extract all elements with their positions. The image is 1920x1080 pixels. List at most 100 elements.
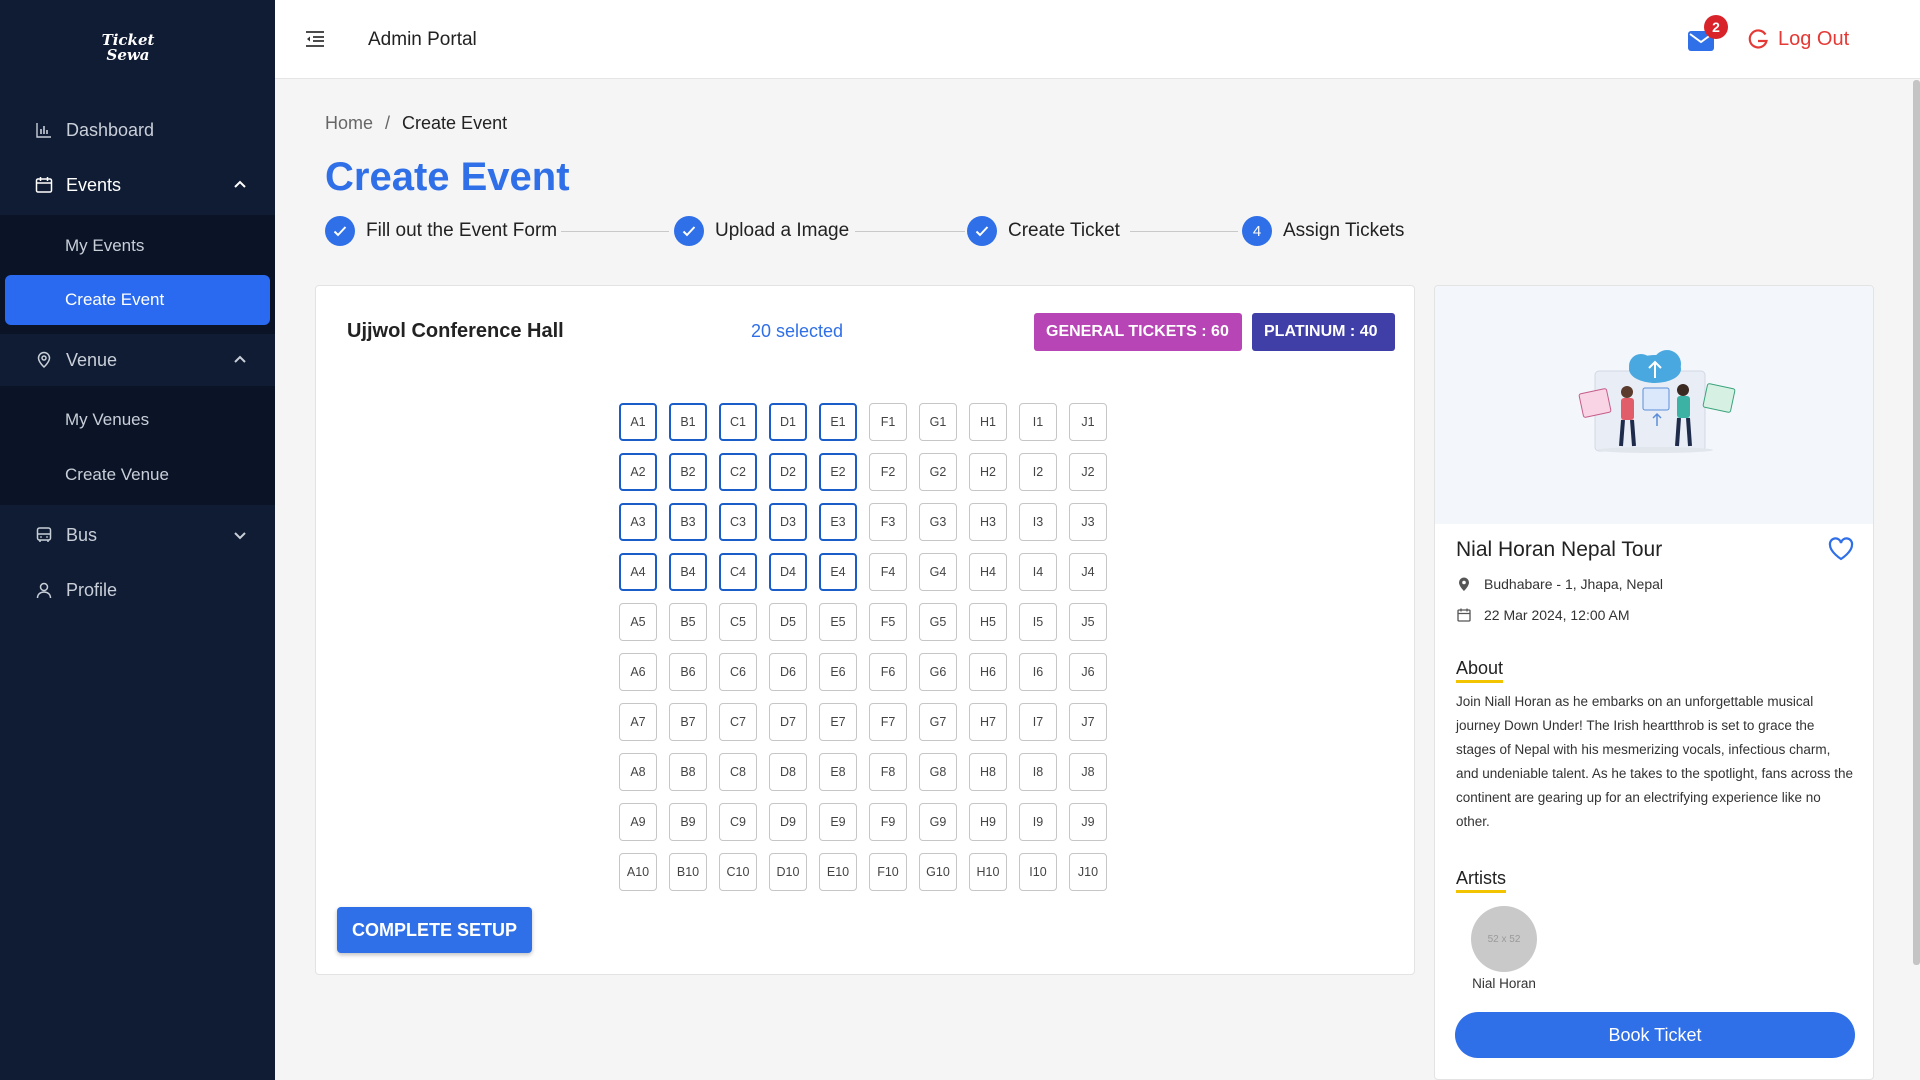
sidebar-item-profile[interactable]: Profile [0,564,275,616]
general-tickets-chip[interactable]: GENERAL TICKETS : 60 [1034,313,1242,351]
seat-e2[interactable]: E2 [819,453,857,491]
seat-b2[interactable]: B2 [669,453,707,491]
seat-g3[interactable]: G3 [919,503,957,541]
seat-b5[interactable]: B5 [669,603,707,641]
seat-j9[interactable]: J9 [1069,803,1107,841]
logout-button[interactable]: Log Out [1747,26,1849,52]
seat-a6[interactable]: A6 [619,653,657,691]
seat-f2[interactable]: F2 [869,453,907,491]
seat-d9[interactable]: D9 [769,803,807,841]
seat-g5[interactable]: G5 [919,603,957,641]
seat-b3[interactable]: B3 [669,503,707,541]
seat-a5[interactable]: A5 [619,603,657,641]
menu-toggle-icon[interactable] [305,29,327,49]
seat-a1[interactable]: A1 [619,403,657,441]
seat-f3[interactable]: F3 [869,503,907,541]
seat-e5[interactable]: E5 [819,603,857,641]
seat-b7[interactable]: B7 [669,703,707,741]
sidebar-item-events[interactable]: Events [0,159,275,211]
seat-h3[interactable]: H3 [969,503,1007,541]
seat-h9[interactable]: H9 [969,803,1007,841]
seat-j7[interactable]: J7 [1069,703,1107,741]
seat-h8[interactable]: H8 [969,753,1007,791]
seat-e3[interactable]: E3 [819,503,857,541]
seat-f1[interactable]: F1 [869,403,907,441]
seat-h4[interactable]: H4 [969,553,1007,591]
seat-c7[interactable]: C7 [719,703,757,741]
seat-h1[interactable]: H1 [969,403,1007,441]
sidebar-item-create-event[interactable]: Create Event [5,275,270,325]
seat-j6[interactable]: J6 [1069,653,1107,691]
seat-b8[interactable]: B8 [669,753,707,791]
seat-f4[interactable]: F4 [869,553,907,591]
seat-d3[interactable]: D3 [769,503,807,541]
breadcrumb-home[interactable]: Home [325,113,373,134]
page-scrollbar[interactable] [1913,80,1920,965]
seat-g4[interactable]: G4 [919,553,957,591]
seat-d5[interactable]: D5 [769,603,807,641]
seat-i3[interactable]: I3 [1019,503,1057,541]
seat-c2[interactable]: C2 [719,453,757,491]
seat-g9[interactable]: G9 [919,803,957,841]
seat-j1[interactable]: J1 [1069,403,1107,441]
seat-i5[interactable]: I5 [1019,603,1057,641]
seat-e4[interactable]: E4 [819,553,857,591]
complete-setup-button[interactable]: COMPLETE SETUP [337,907,532,953]
seat-d7[interactable]: D7 [769,703,807,741]
seat-i1[interactable]: I1 [1019,403,1057,441]
seat-j8[interactable]: J8 [1069,753,1107,791]
sidebar-item-venue[interactable]: Venue [0,334,275,386]
seat-a4[interactable]: A4 [619,553,657,591]
seat-a10[interactable]: A10 [619,853,657,891]
seat-i7[interactable]: I7 [1019,703,1057,741]
seat-j5[interactable]: J5 [1069,603,1107,641]
seat-f7[interactable]: F7 [869,703,907,741]
seat-g1[interactable]: G1 [919,403,957,441]
seat-g6[interactable]: G6 [919,653,957,691]
seat-f10[interactable]: F10 [869,853,907,891]
seat-f5[interactable]: F5 [869,603,907,641]
seat-c3[interactable]: C3 [719,503,757,541]
seat-d6[interactable]: D6 [769,653,807,691]
seat-f8[interactable]: F8 [869,753,907,791]
sidebar-item-my-events[interactable]: My Events [5,221,270,271]
seat-g10[interactable]: G10 [919,853,957,891]
seat-e6[interactable]: E6 [819,653,857,691]
seat-a7[interactable]: A7 [619,703,657,741]
seat-e1[interactable]: E1 [819,403,857,441]
seat-c9[interactable]: C9 [719,803,757,841]
seat-h6[interactable]: H6 [969,653,1007,691]
seat-d4[interactable]: D4 [769,553,807,591]
seat-i8[interactable]: I8 [1019,753,1057,791]
seat-j2[interactable]: J2 [1069,453,1107,491]
seat-b6[interactable]: B6 [669,653,707,691]
sidebar-item-dashboard[interactable]: Dashboard [0,104,275,156]
seat-b10[interactable]: B10 [669,853,707,891]
seat-h10[interactable]: H10 [969,853,1007,891]
seat-i10[interactable]: I10 [1019,853,1057,891]
seat-h5[interactable]: H5 [969,603,1007,641]
book-ticket-button[interactable]: Book Ticket [1455,1012,1855,1058]
sidebar-item-create-venue[interactable]: Create Venue [5,450,270,500]
seat-i9[interactable]: I9 [1019,803,1057,841]
seat-g2[interactable]: G2 [919,453,957,491]
seat-i6[interactable]: I6 [1019,653,1057,691]
seat-b1[interactable]: B1 [669,403,707,441]
ticket-sewa-logo[interactable]: Ticket Sewa [96,33,160,69]
sidebar-item-bus[interactable]: Bus [0,509,275,561]
seat-f6[interactable]: F6 [869,653,907,691]
seat-h7[interactable]: H7 [969,703,1007,741]
seat-a2[interactable]: A2 [619,453,657,491]
seat-e8[interactable]: E8 [819,753,857,791]
seat-b4[interactable]: B4 [669,553,707,591]
seat-d10[interactable]: D10 [769,853,807,891]
seat-b9[interactable]: B9 [669,803,707,841]
seat-j3[interactable]: J3 [1069,503,1107,541]
seat-g8[interactable]: G8 [919,753,957,791]
seat-j4[interactable]: J4 [1069,553,1107,591]
seat-c4[interactable]: C4 [719,553,757,591]
seat-c8[interactable]: C8 [719,753,757,791]
seat-e7[interactable]: E7 [819,703,857,741]
seat-a3[interactable]: A3 [619,503,657,541]
seat-c5[interactable]: C5 [719,603,757,641]
